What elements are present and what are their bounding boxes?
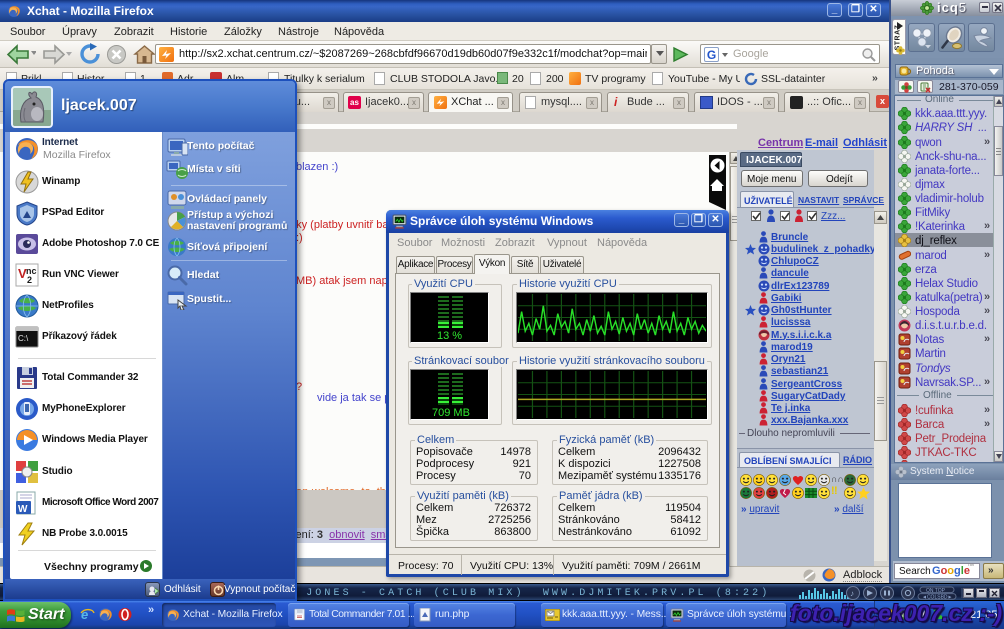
svg-text:2: 2 [27,275,32,285]
svg-text:ON TOP: ON TOP [926,588,946,594]
svg-text:C:\: C:\ [18,334,29,343]
svg-text:♪: ♪ [850,589,854,598]
svg-text:W: W [18,504,28,515]
